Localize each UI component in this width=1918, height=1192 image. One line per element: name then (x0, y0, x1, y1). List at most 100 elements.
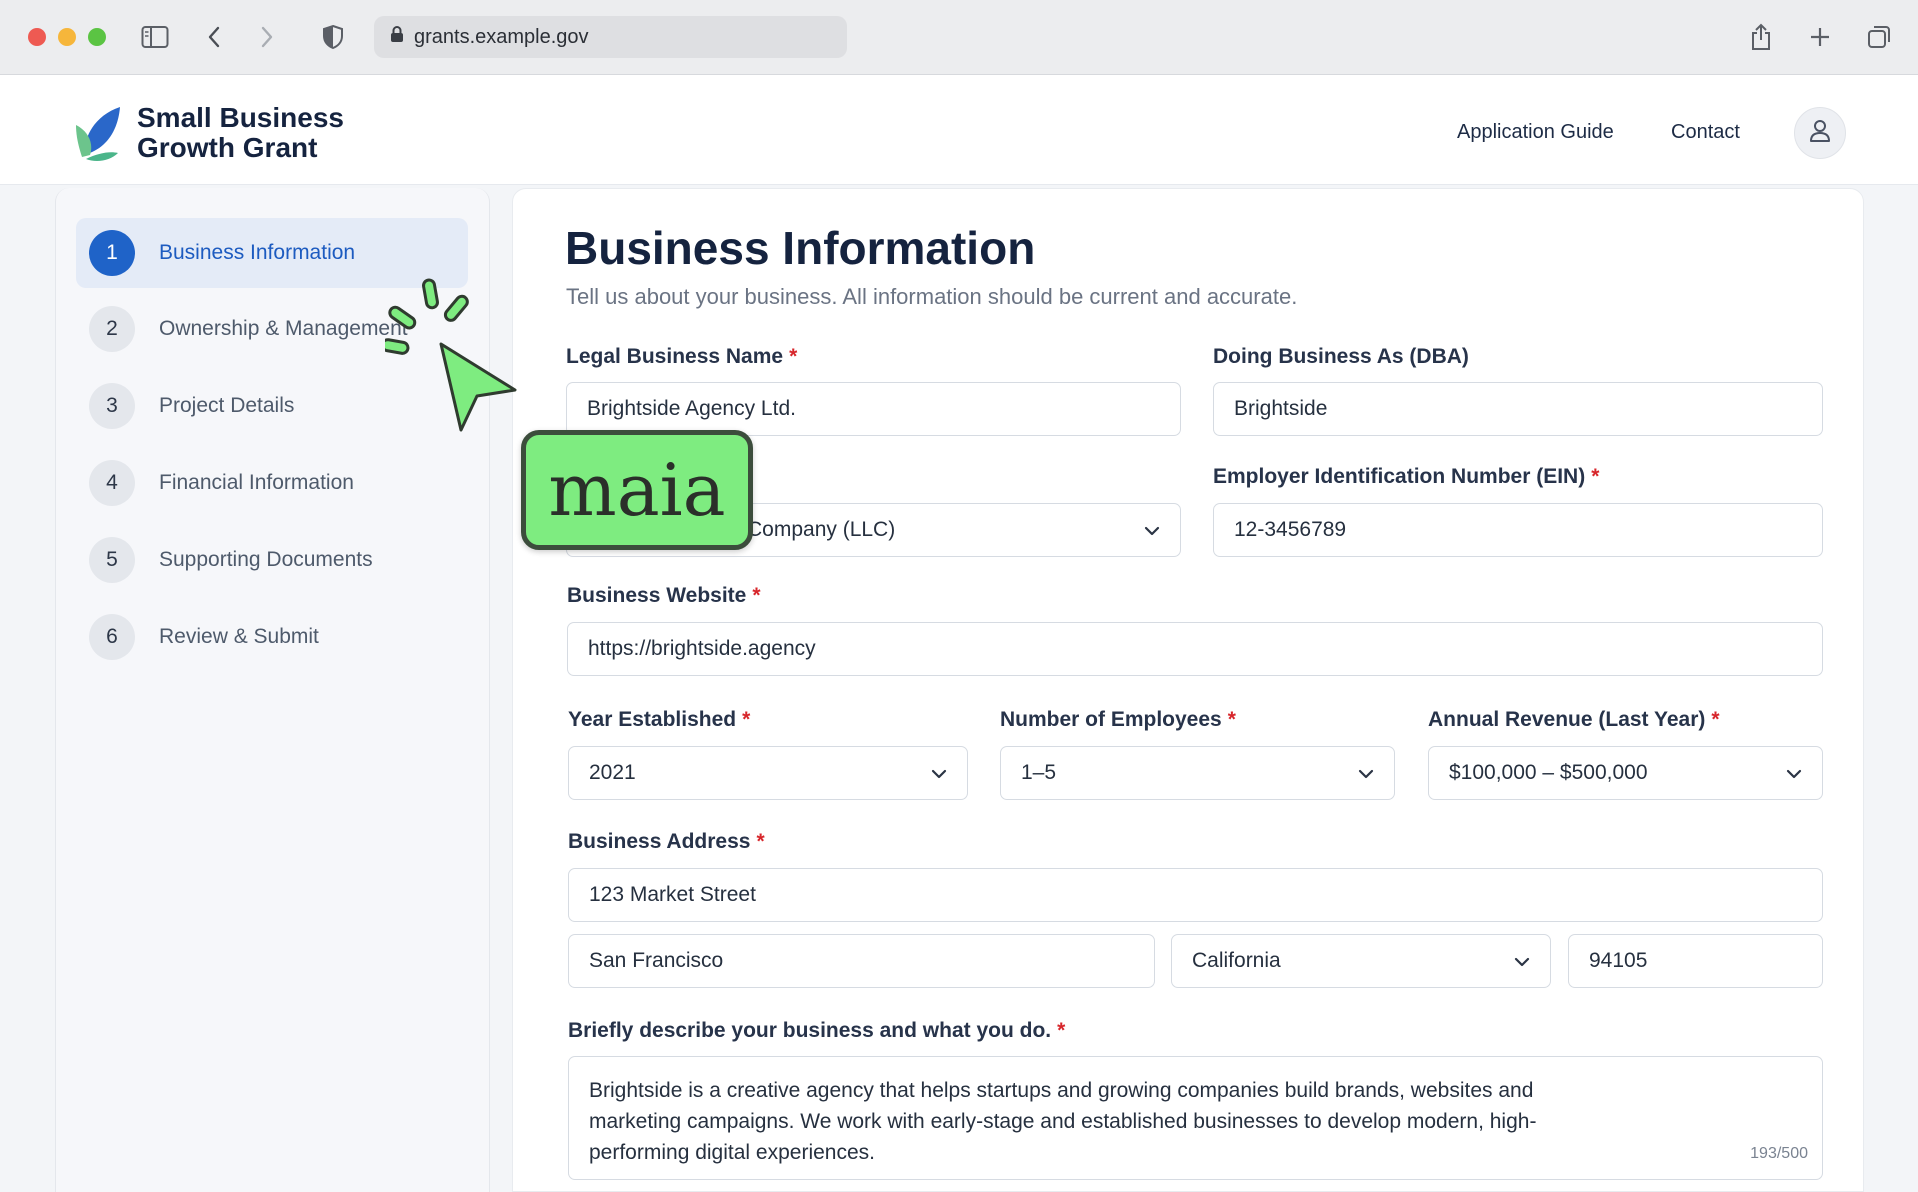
label-text: Business Website (567, 584, 747, 607)
browser-toolbar: grants.example.gov (0, 0, 1918, 75)
user-account-button[interactable] (1794, 107, 1846, 159)
input-value: Brightside (1234, 397, 1328, 420)
nav-application-guide[interactable]: Application Guide (1457, 121, 1614, 144)
description-label: Briefly describe your business and what … (568, 1019, 1065, 1043)
page-title: Business Information (565, 222, 1036, 274)
input-value: 123 Market Street (589, 883, 756, 906)
label-text: Business Address (568, 830, 751, 853)
dba-input[interactable]: Brightside (1213, 382, 1823, 436)
textarea-value: Brightside is a creative agency that hel… (589, 1079, 1537, 1164)
chevron-down-icon (1358, 761, 1374, 785)
city-input[interactable]: San Francisco (568, 934, 1155, 988)
input-value: https://brightside.agency (588, 637, 816, 660)
new-tab-icon[interactable] (1803, 20, 1837, 54)
select-value: California (1192, 949, 1281, 972)
back-icon[interactable] (197, 20, 231, 54)
legal-name-label: Legal Business Name * (566, 345, 797, 369)
label-text: Annual Revenue (Last Year) (1428, 708, 1706, 731)
description-textarea[interactable]: Brightside is a creative agency that hel… (568, 1056, 1823, 1180)
required-mark: * (1057, 1019, 1066, 1042)
minimize-window-button[interactable] (58, 28, 76, 46)
close-window-button[interactable] (28, 28, 46, 46)
state-select[interactable]: California (1171, 934, 1551, 988)
step-label: Review & Submit (159, 625, 319, 648)
employees-label: Number of Employees * (1000, 708, 1236, 732)
revenue-select[interactable]: $100,000 – $500,000 (1428, 746, 1823, 800)
employees-select[interactable]: 1–5 (1000, 746, 1395, 800)
select-value: 1–5 (1021, 761, 1057, 784)
maximize-window-button[interactable] (88, 28, 106, 46)
ein-input[interactable]: 12-3456789 (1213, 503, 1823, 557)
zip-input[interactable]: 94105 (1568, 934, 1823, 988)
street-address-input[interactable]: 123 Market Street (568, 868, 1823, 922)
chevron-down-icon (1786, 761, 1802, 785)
logo-line-1: Small Business (137, 102, 344, 133)
revenue-label: Annual Revenue (Last Year) * (1428, 708, 1720, 732)
step-label: Ownership & Management (159, 317, 408, 340)
step-review-submit[interactable]: 6 Review & Submit (76, 602, 468, 672)
page-subtitle: Tell us about your business. All informa… (566, 284, 1298, 309)
step-supporting-documents[interactable]: 5 Supporting Documents (76, 525, 468, 595)
click-burst-cursor-icon (380, 278, 520, 433)
legal-name-input[interactable]: Brightside Agency Ltd. (566, 382, 1181, 436)
dba-label: Doing Business As (DBA) (1213, 345, 1469, 369)
logo-line-2: Growth Grant (137, 132, 318, 163)
step-number: 5 (89, 537, 135, 583)
step-number: 1 (89, 230, 135, 276)
maia-badge: maia (521, 430, 753, 550)
step-financial-information[interactable]: 4 Financial Information (76, 448, 468, 518)
label-text: Doing Business As (DBA) (1213, 345, 1469, 368)
forward-icon[interactable] (250, 20, 284, 54)
input-value: San Francisco (589, 949, 724, 972)
chevron-down-icon (931, 761, 947, 785)
step-label: Business Information (159, 241, 356, 264)
required-mark: * (789, 345, 798, 368)
year-established-select[interactable]: 2021 (568, 746, 968, 800)
step-number: 2 (89, 306, 135, 352)
address-bar[interactable]: grants.example.gov (374, 16, 847, 58)
step-label: Project Details (159, 394, 295, 417)
shield-icon[interactable] (316, 20, 350, 54)
tabs-overview-icon[interactable] (1862, 20, 1896, 54)
required-mark: * (1591, 465, 1600, 488)
label-text: Employer Identification Number (EIN) (1213, 465, 1586, 488)
input-value: Brightside Agency Ltd. (587, 397, 796, 420)
year-established-label: Year Established * (568, 708, 750, 732)
label-text: Number of Employees (1000, 708, 1222, 731)
select-value: 2021 (589, 761, 636, 784)
step-number: 3 (89, 383, 135, 429)
ein-label: Employer Identification Number (EIN) * (1213, 465, 1599, 489)
sidebar-toggle-icon[interactable] (138, 20, 172, 54)
label-text: Year Established (568, 708, 737, 731)
input-value: 94105 (1589, 949, 1648, 972)
required-mark: * (742, 708, 751, 731)
site-header: Small Business Growth Grant Application … (0, 75, 1918, 185)
step-label: Financial Information (159, 471, 354, 494)
label-text: Legal Business Name (566, 345, 784, 368)
step-number: 6 (89, 614, 135, 660)
step-label: Supporting Documents (159, 548, 373, 571)
share-icon[interactable] (1744, 20, 1778, 54)
select-value: Company (LLC) (747, 518, 896, 541)
website-input[interactable]: https://brightside.agency (567, 622, 1823, 676)
required-mark: * (752, 584, 761, 607)
leaf-logo-icon[interactable] (74, 105, 122, 161)
chevron-down-icon (1514, 949, 1530, 973)
input-value: 12-3456789 (1234, 518, 1347, 541)
lock-icon (390, 25, 404, 49)
address-label: Business Address * (568, 830, 765, 854)
chevron-down-icon (1144, 518, 1160, 542)
nav-contact[interactable]: Contact (1671, 121, 1740, 144)
character-counter: 193/500 (1750, 1145, 1808, 1162)
url-text: grants.example.gov (414, 25, 589, 48)
website-label: Business Website * (567, 584, 761, 608)
required-mark: * (1227, 708, 1236, 731)
user-icon (1809, 119, 1831, 148)
select-value: $100,000 – $500,000 (1449, 761, 1648, 784)
site-logo-text[interactable]: Small Business Growth Grant (137, 103, 344, 163)
required-mark: * (756, 830, 765, 853)
label-text: Briefly describe your business and what … (568, 1019, 1052, 1042)
business-information-form: Business Information Tell us about your … (512, 188, 1864, 1192)
step-number: 4 (89, 460, 135, 506)
required-mark: * (1711, 708, 1720, 731)
